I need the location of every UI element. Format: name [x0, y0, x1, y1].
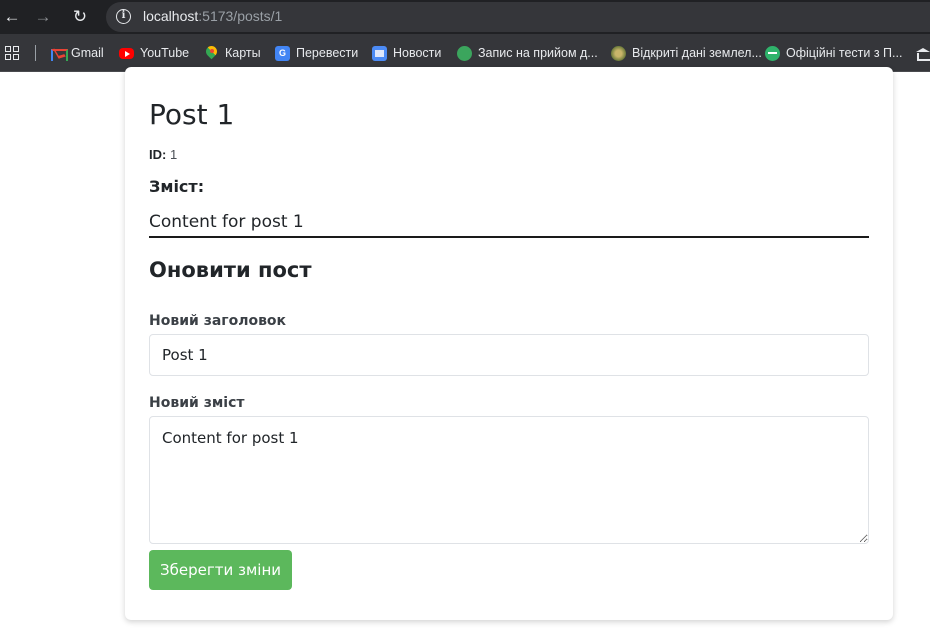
post-id-label: ID: — [149, 147, 167, 162]
bookmark-label: Карты — [225, 46, 261, 60]
translate-icon: G — [275, 45, 290, 61]
new-title-input[interactable] — [149, 334, 869, 376]
post-content-label: Зміст: — [149, 177, 205, 196]
new-title-label: Новий заголовок — [149, 313, 287, 329]
bookmark-label: Gmail — [71, 46, 104, 60]
maps-icon — [204, 46, 219, 61]
news-icon — [372, 45, 387, 61]
bookmark-news[interactable]: Новости — [372, 44, 441, 62]
tests-icon — [765, 45, 780, 61]
bookmark-zapys[interactable]: Запис на прийом д... — [457, 44, 598, 62]
address-bar[interactable]: i localhost:5173/posts/1 — [106, 2, 930, 32]
bookmark-maps[interactable]: Карты — [204, 44, 261, 62]
back-arrow-icon[interactable]: ← — [0, 5, 24, 29]
url-host: localhost — [143, 8, 199, 24]
youtube-icon — [119, 47, 134, 59]
bookmark-translate[interactable]: G Перевести — [275, 44, 358, 62]
browser-toolbar: ← → ↻ i localhost:5173/posts/1 — [0, 0, 930, 34]
url-path: :5173/posts/1 — [198, 8, 283, 24]
apps-grid-icon[interactable] — [5, 46, 19, 60]
post-title: Post 1 — [149, 98, 235, 131]
bookmark-label: Відкриті дані землел... — [632, 46, 762, 60]
bookmark-gmail[interactable]: Gmail — [50, 44, 104, 62]
url-text[interactable]: localhost:5173/posts/1 — [143, 8, 282, 24]
page-viewport: Post 1 ID: 1 Зміст: Content for post 1 О… — [0, 67, 930, 634]
new-content-textarea[interactable]: Content for post 1 — [149, 416, 869, 544]
post-id-line: ID: 1 — [149, 147, 177, 162]
post-content-text: Content for post 1 — [149, 212, 869, 238]
green-circle-icon — [457, 45, 472, 61]
gmail-icon — [50, 46, 68, 61]
bookmarks-divider — [35, 45, 36, 61]
bank-icon — [915, 46, 930, 61]
post-id-value: 1 — [169, 147, 178, 162]
bookmark-tests[interactable]: Офіційні тести з П... — [765, 44, 902, 62]
reload-icon[interactable]: ↻ — [68, 5, 92, 29]
bookmark-land-data[interactable]: Відкриті дані землел... — [611, 44, 762, 62]
bookmark-label: YouTube — [140, 46, 190, 60]
new-content-label: Новий зміст — [149, 395, 245, 411]
site-info-icon[interactable]: i — [116, 9, 131, 24]
bookmark-label: Запис на прийом д... — [478, 46, 598, 60]
post-card: Post 1 ID: 1 Зміст: Content for post 1 О… — [125, 67, 893, 620]
bookmark-label: Перевести — [296, 46, 359, 60]
land-data-icon — [611, 45, 626, 61]
bookmark-label: Офіційні тести з П... — [786, 46, 903, 60]
bookmark-label: Новости — [393, 46, 442, 60]
save-changes-button[interactable]: Зберегти зміни — [149, 550, 292, 590]
update-post-heading: Оновити пост — [149, 258, 312, 282]
bookmark-youtube[interactable]: YouTube — [119, 44, 189, 62]
forward-arrow-icon[interactable]: → — [31, 5, 55, 29]
bookmark-bank[interactable] — [915, 44, 930, 62]
